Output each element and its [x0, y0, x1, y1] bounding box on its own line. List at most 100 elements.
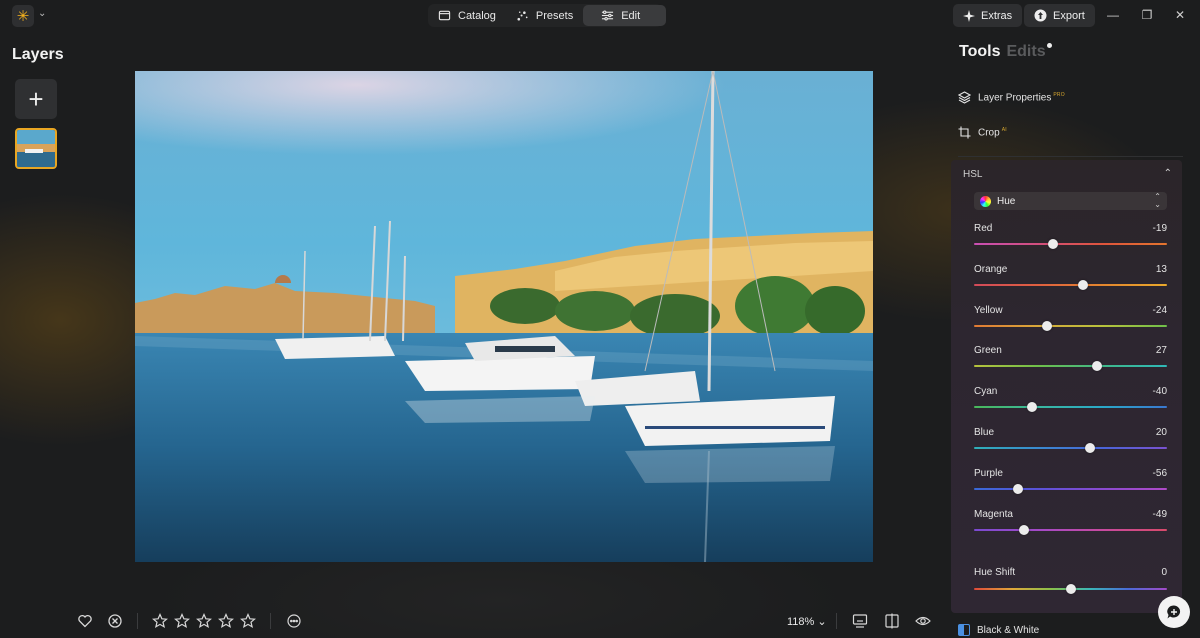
color-wheel-icon [980, 195, 991, 207]
tool-layer-properties[interactable]: Layer Properties PRO [958, 91, 1065, 104]
slider-thumb[interactable] [1019, 524, 1030, 535]
add-layer-button[interactable]: + [15, 79, 57, 119]
tab-edits[interactable]: Edits [1006, 43, 1052, 60]
presets-icon [517, 11, 528, 21]
restore-icon[interactable]: ❐ [1140, 8, 1154, 22]
slider-thumb[interactable] [1013, 483, 1024, 494]
tab-edits-label: Edits [1006, 43, 1046, 60]
divider [137, 613, 138, 629]
slider-label-hue-shift: Hue Shift [974, 567, 1016, 578]
divider [270, 613, 271, 629]
tool-layer-properties-label: Layer Properties [978, 92, 1052, 104]
tab-edit-label: Edit [621, 9, 641, 22]
slider-label-cyan: Cyan [974, 386, 998, 398]
photo-canvas[interactable] [135, 71, 873, 562]
screen-icon[interactable] [852, 613, 868, 629]
export-label: Export [1053, 9, 1085, 22]
top-bar: ✳ ⌄ Catalog Presets Edit Extras Export —… [0, 0, 1200, 32]
reject-icon[interactable] [107, 613, 123, 629]
divider [836, 613, 837, 629]
slider-thumb[interactable] [1091, 361, 1102, 372]
tab-edit[interactable]: Edit [583, 5, 667, 26]
black-white-icon [958, 624, 970, 636]
divider [958, 156, 1183, 157]
tool-black-white[interactable]: Black & White [958, 624, 1039, 636]
slider-thumb[interactable] [1042, 320, 1053, 331]
upload-icon [1034, 9, 1047, 22]
catalog-icon [438, 10, 451, 21]
slider-track-blue[interactable] [974, 443, 1167, 453]
select-arrows-icon: ⌃ ⌄ [1154, 192, 1161, 209]
slider-label-purple: Purple [974, 467, 1003, 479]
star-icon[interactable] [218, 613, 234, 629]
notification-dot [1046, 43, 1052, 48]
slider-thumb[interactable] [1078, 279, 1089, 290]
slider-label-orange: Orange [974, 263, 1008, 275]
hsl-title: HSL [963, 169, 983, 180]
extras-label: Extras [981, 9, 1013, 22]
sliders-icon [602, 10, 614, 21]
slider-value-blue: 20 [1155, 427, 1167, 438]
minimize-icon[interactable]: — [1106, 8, 1120, 22]
star-icon[interactable] [174, 613, 190, 629]
slider-thumb[interactable] [1026, 402, 1037, 413]
tab-presets[interactable]: Presets [506, 5, 583, 26]
slider-track-yellow[interactable] [974, 320, 1167, 331]
slider-label-magenta: Magenta [974, 508, 1013, 520]
chevron-down-icon[interactable]: ⌄ [38, 8, 46, 19]
compare-icon[interactable] [884, 613, 900, 629]
hsl-mode-value: Hue [997, 195, 1016, 207]
ai-badge: AI [1001, 126, 1007, 133]
slider-label-green: Green [974, 345, 1002, 357]
hsl-mode-select[interactable]: Hue ⌃ ⌄ [974, 192, 1167, 210]
star-icon[interactable] [240, 613, 256, 629]
slider-track-hue-shift[interactable] [974, 584, 1167, 594]
layers-icon [958, 91, 971, 104]
tool-black-white-label: Black & White [977, 624, 1040, 636]
hsl-panel: HSL ⌃ Hue ⌃ ⌄ Red -19 Orange 13 Yellow -24 Gree… [951, 160, 1182, 613]
tab-tools[interactable]: Tools [959, 43, 1000, 60]
slider-value-cyan: -40 [1152, 386, 1167, 398]
layers-title: Layers [12, 46, 64, 63]
slider-value-orange: 13 [1155, 263, 1167, 275]
slider-track-orange[interactable] [974, 279, 1167, 290]
extras-button[interactable]: Extras [953, 4, 1023, 27]
zoom-dropdown[interactable]: 118% ⌄ [787, 615, 827, 628]
tab-catalog[interactable]: Catalog [428, 5, 506, 26]
more-icon[interactable] [286, 613, 302, 629]
slider-label-blue: Blue [974, 427, 995, 438]
mode-switcher: Catalog Presets Edit [428, 4, 667, 27]
pro-badge: PRO [1053, 91, 1065, 98]
sun-logo-icon[interactable]: ✳ [12, 5, 34, 27]
slider-value-yellow: -24 [1152, 304, 1167, 316]
slider-thumb[interactable] [1084, 443, 1095, 453]
star-icon[interactable] [196, 613, 212, 629]
slider-value-green: 27 [1155, 345, 1167, 357]
chat-button[interactable] [1158, 596, 1190, 628]
layer-thumbnail[interactable] [15, 128, 57, 169]
slider-track-red[interactable] [974, 239, 1167, 249]
crop-icon [958, 126, 971, 139]
slider-label-yellow: Yellow [974, 304, 1003, 316]
slider-value-purple: -56 [1152, 467, 1167, 479]
sparkle-icon [963, 9, 975, 22]
tool-crop[interactable]: Crop AI [958, 126, 1007, 139]
slider-track-magenta[interactable] [974, 524, 1167, 535]
zoom-value: 118% [787, 616, 815, 628]
eye-icon[interactable] [915, 613, 931, 629]
slider-track-purple[interactable] [974, 483, 1167, 494]
slider-thumb[interactable] [1048, 239, 1059, 249]
tab-presets-label: Presets [535, 9, 574, 22]
export-button[interactable]: Export [1024, 4, 1095, 27]
slider-track-green[interactable] [974, 361, 1167, 372]
close-icon[interactable]: ✕ [1173, 8, 1187, 22]
collapse-chevron-icon[interactable]: ⌃ [1164, 168, 1172, 179]
tab-catalog-label: Catalog [458, 9, 496, 22]
star-icon[interactable] [152, 613, 168, 629]
heart-icon[interactable] [77, 613, 93, 629]
slider-track-cyan[interactable] [974, 402, 1167, 413]
tool-crop-label: Crop [978, 127, 1000, 139]
slider-value-hue-shift: 0 [1161, 567, 1167, 578]
slider-thumb[interactable] [1065, 584, 1076, 594]
plus-icon: + [28, 84, 44, 114]
